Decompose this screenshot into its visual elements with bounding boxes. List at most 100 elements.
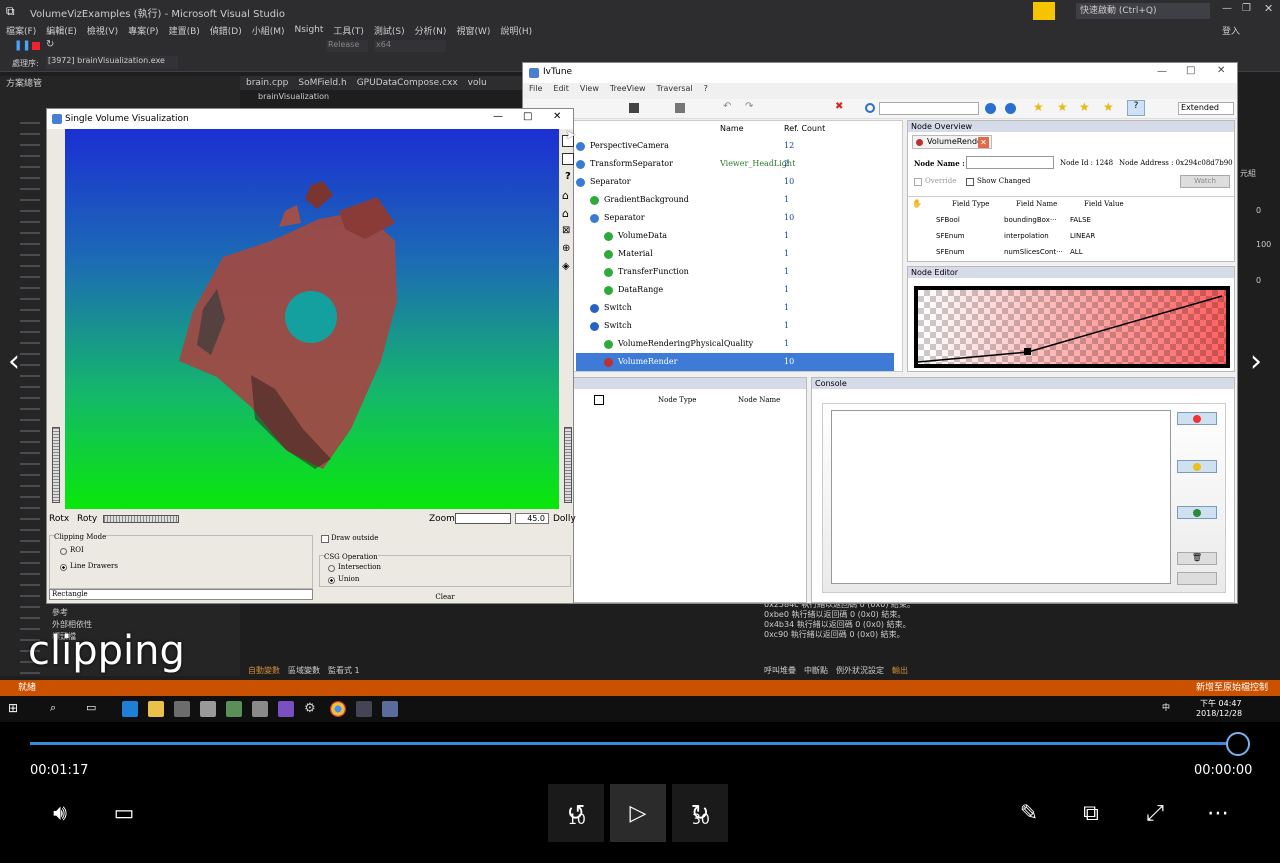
roty-wheel[interactable] xyxy=(103,515,179,523)
save-icon[interactable] xyxy=(629,103,639,113)
settings-icon[interactable]: ⚙ xyxy=(304,701,320,717)
ivtune-maximize-button[interactable]: □ xyxy=(1186,65,1195,76)
draw-outside-checkbox[interactable] xyxy=(321,535,329,543)
tab-volu[interactable]: volu xyxy=(468,78,487,88)
menu-test[interactable]: 測試(S) xyxy=(374,24,405,37)
menu-project[interactable]: 專案(P) xyxy=(128,24,158,37)
search-icon[interactable]: ⌕ xyxy=(50,701,66,717)
menu-nsight[interactable]: Nsight xyxy=(295,25,324,35)
more-options-icon[interactable]: ⋯ xyxy=(1190,784,1246,842)
tree-node-row[interactable]: VolumeRenderingPhysicalQuality 1 xyxy=(572,335,892,353)
ivtune-menu-help[interactable]: ? xyxy=(704,84,708,98)
rewind-button[interactable]: ↺ 10 xyxy=(548,784,604,842)
visual-studio-icon[interactable] xyxy=(278,701,294,717)
next-icon[interactable] xyxy=(1005,103,1016,114)
search-node-icon[interactable] xyxy=(865,103,875,113)
ivtune-menu-edit[interactable]: Edit xyxy=(553,84,569,98)
star-add-icon[interactable]: ★ xyxy=(1057,100,1068,114)
tree-node-row[interactable]: VolumeRender 10 xyxy=(572,353,892,371)
print-icon[interactable] xyxy=(675,103,685,113)
info-filter-button[interactable] xyxy=(1177,506,1217,519)
star-favorite-icon[interactable]: ★ xyxy=(1079,100,1090,114)
close-button[interactable]: ✕ xyxy=(1264,2,1273,15)
tree-node-row[interactable]: TransformSeparator Viewer_HeadLight 2 xyxy=(572,155,892,173)
volume-icon[interactable]: 🔊︎ xyxy=(32,784,88,842)
right-wheel[interactable] xyxy=(564,427,572,503)
fullscreen-icon[interactable]: ⤢ xyxy=(1127,784,1183,842)
zoom-slider[interactable] xyxy=(455,513,511,524)
ivtune-menu-treeview[interactable]: TreeView xyxy=(610,84,646,98)
trash-icon[interactable]: 🗑 xyxy=(1177,552,1217,565)
captions-icon[interactable]: ▭ xyxy=(96,784,152,842)
redo-icon[interactable]: ↷ xyxy=(745,101,753,112)
prev-icon[interactable] xyxy=(985,103,996,114)
node-tab-close-icon[interactable]: ✕ xyxy=(978,137,989,148)
restart-icon[interactable]: ↻ xyxy=(46,39,54,50)
menu-debug[interactable]: 偵錯(D) xyxy=(210,24,242,37)
console-output[interactable] xyxy=(831,410,1171,584)
chrome-icon[interactable] xyxy=(330,701,346,717)
tree-node-row[interactable]: Separator 10 xyxy=(572,173,892,191)
field-row[interactable]: SFEnum interpolation LINEAR xyxy=(936,232,1226,246)
menu-help[interactable]: 說明(H) xyxy=(500,24,532,37)
view-mode-icon[interactable] xyxy=(562,153,574,165)
projection-icon[interactable]: ◈ xyxy=(562,261,570,272)
ivtune-menu-view[interactable]: View xyxy=(580,84,599,98)
warning-filter-button[interactable] xyxy=(1177,460,1217,473)
svv-minimize-button[interactable]: — xyxy=(493,111,503,122)
tab-locals[interactable]: 區域變數 xyxy=(288,665,320,676)
watch-button[interactable]: Watch xyxy=(1180,175,1230,188)
ivtune-menu-file[interactable]: File xyxy=(529,84,542,98)
tree-node-row[interactable]: Separator 10 xyxy=(572,209,892,227)
zoom-value-input[interactable]: 45.0 xyxy=(515,513,549,524)
menu-analyze[interactable]: 分析(N) xyxy=(415,24,447,37)
help-toggle-icon[interactable]: ? xyxy=(1127,100,1145,116)
shape-select[interactable]: Rectangle xyxy=(49,589,313,600)
explorer-icon[interactable] xyxy=(148,701,164,717)
delete-icon[interactable]: ✖ xyxy=(835,101,843,112)
ivtune-menu-traversal[interactable]: Traversal xyxy=(657,84,693,98)
svv-maximize-button[interactable]: □ xyxy=(523,111,532,122)
app-icon[interactable] xyxy=(226,701,242,717)
tab-brain-cpp[interactable]: brain.cpp xyxy=(246,78,288,88)
ivtune-task-icon[interactable] xyxy=(382,701,398,717)
store-icon[interactable] xyxy=(174,701,190,717)
star-icon[interactable]: ★ xyxy=(1033,100,1044,114)
tab-autos[interactable]: 自動變數 xyxy=(248,665,280,676)
taskview-icon[interactable]: ▭ xyxy=(86,701,102,717)
mail-icon[interactable] xyxy=(200,701,216,717)
view-all-icon[interactable]: ⊠ xyxy=(562,225,570,236)
menu-edit[interactable]: 編輯(E) xyxy=(46,24,77,37)
app2-icon[interactable] xyxy=(252,701,268,717)
edge-icon[interactable] xyxy=(122,701,138,717)
edit-pencil-icon[interactable]: ✎ xyxy=(1001,784,1057,842)
field-row[interactable]: SFEnum numSlicesCont··· ALL xyxy=(936,248,1226,262)
home-icon[interactable]: ⌂ xyxy=(562,189,569,202)
tab-exceptions[interactable]: 例外狀況設定 xyxy=(836,665,884,676)
seek-thumb[interactable] xyxy=(1226,732,1250,756)
help-icon[interactable]: ? xyxy=(565,171,571,182)
process-select[interactable]: [3972] brainVisualization.exe xyxy=(46,56,178,69)
intersection-radio[interactable] xyxy=(328,565,335,572)
tree-node-row[interactable]: Material 1 xyxy=(572,245,892,263)
ivtune-minimize-button[interactable]: — xyxy=(1157,66,1167,77)
line-drawers-radio[interactable] xyxy=(60,564,67,571)
menu-file[interactable]: 檔案(F) xyxy=(6,24,36,37)
maximize-button[interactable]: ❐ xyxy=(1242,3,1251,14)
tree-node-row[interactable]: PerspectiveCamera 12 xyxy=(572,137,892,155)
override-checkbox[interactable] xyxy=(914,178,922,186)
pause-icon[interactable]: ❚❚ xyxy=(14,40,31,51)
tree-node-row[interactable]: VolumeData 1 xyxy=(572,227,892,245)
undo-icon[interactable]: ↶ xyxy=(723,101,731,112)
error-filter-button[interactable] xyxy=(1177,412,1217,425)
show-changed-checkbox[interactable] xyxy=(966,178,974,186)
tree-node-row[interactable]: DataRange 1 xyxy=(572,281,892,299)
tree-node-row[interactable]: GradientBackground 1 xyxy=(572,191,892,209)
tab-breakpoints[interactable]: 中斷點 xyxy=(804,665,828,676)
tree-node-row[interactable]: Switch 1 xyxy=(572,317,892,335)
field-row[interactable]: SFBool boundingBox··· FALSE xyxy=(936,216,1226,230)
tab-gpudatacompose[interactable]: GPUDataCompose.cxx xyxy=(357,78,458,88)
tab-callstack[interactable]: 呼叫堆疊 xyxy=(764,665,796,676)
menu-tools[interactable]: 工具(T) xyxy=(333,24,364,37)
save-log-icon[interactable] xyxy=(1177,572,1217,585)
